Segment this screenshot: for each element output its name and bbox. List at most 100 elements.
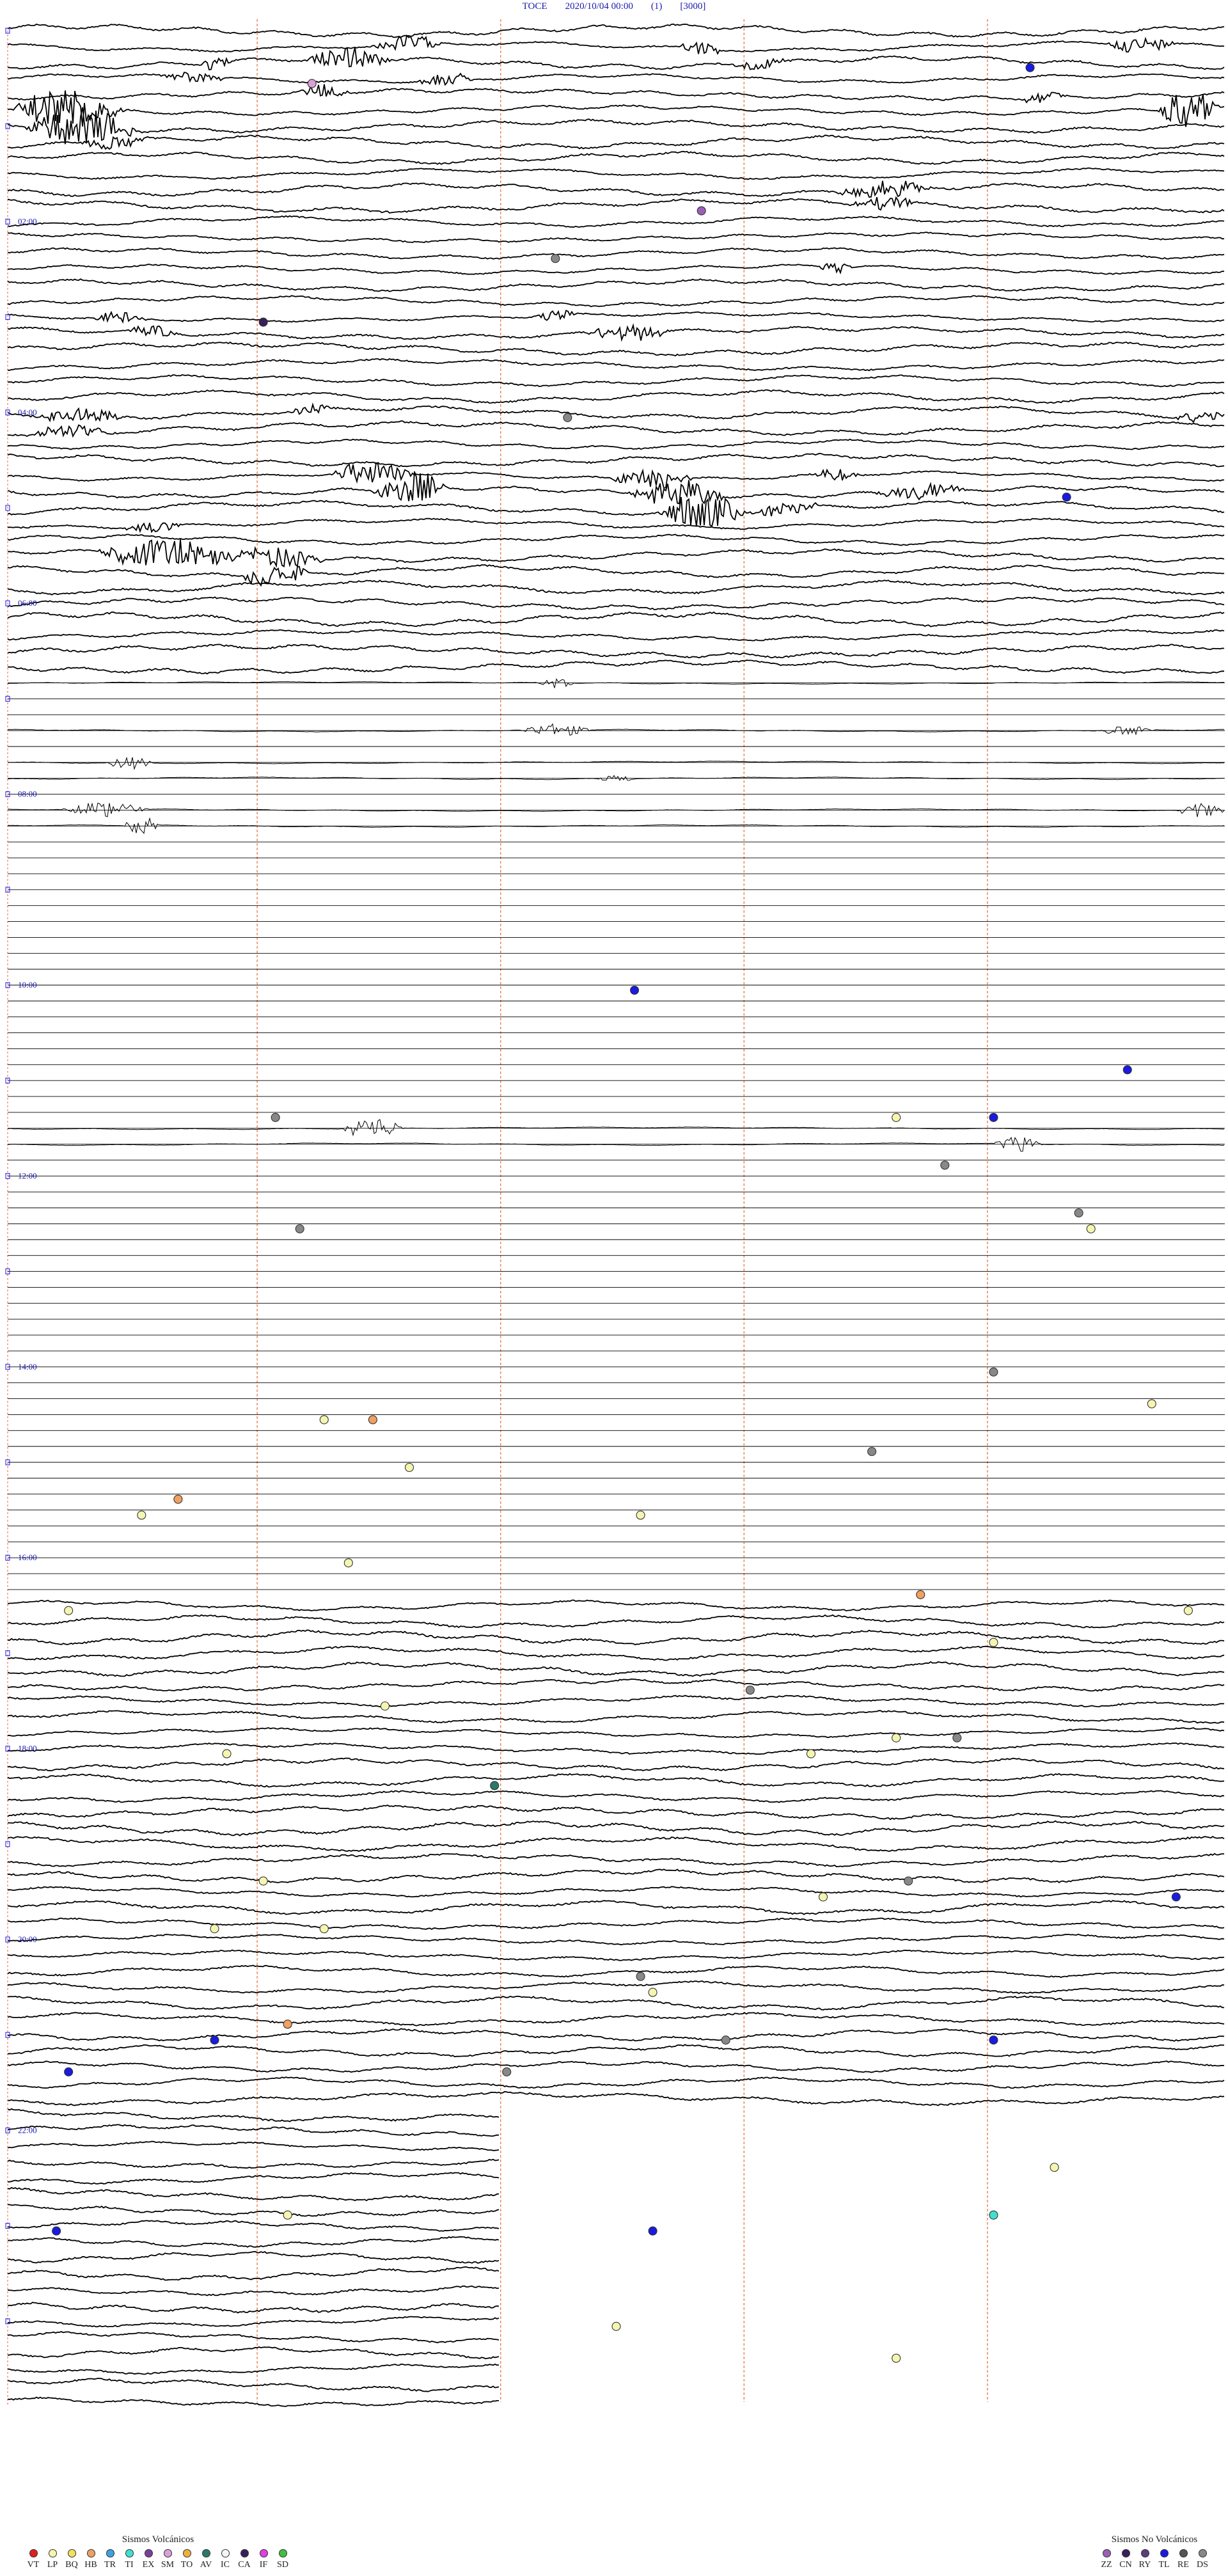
trace-line-141	[7, 2266, 500, 2281]
event-marker-9	[271, 1112, 280, 1122]
trace-line-37	[7, 611, 1225, 628]
trace-line-27	[7, 452, 1225, 468]
trace-line-103	[7, 1661, 1225, 1677]
legend-nonvolcanic-dot-cn	[1121, 2549, 1130, 2557]
legend-volcanic-dot-vt	[29, 2549, 38, 2557]
event-marker-24	[636, 1510, 645, 1520]
trace-line-140	[7, 2250, 500, 2264]
legend-volcanic-code-vt: VT	[27, 2560, 40, 2570]
legend-nonvolcanic-item-ry: RY	[1137, 2549, 1153, 2570]
legend-volcanic-code-bq: BQ	[65, 2560, 78, 2570]
trace-burst-47	[7, 775, 1225, 781]
legend-nonvolcanic-dot-ds	[1198, 2549, 1207, 2557]
trace-line-12	[7, 215, 1225, 228]
hour-label-1400: 14:00	[18, 1362, 37, 1371]
legend-volcanic-item-if: IF	[256, 2549, 271, 2570]
legend-nonvolcanic-item-cn: CN	[1118, 2549, 1133, 2570]
trace-line-144	[7, 2316, 500, 2328]
legend-volcanic-dot-sm	[163, 2549, 172, 2557]
trace-line-114	[7, 1836, 1225, 1852]
trace-line-127	[7, 2044, 1224, 2058]
legend-volcanic-item-ca: CA	[237, 2549, 252, 2570]
event-marker-2	[697, 206, 706, 216]
trace-line-139	[7, 2236, 500, 2248]
trace-burst-46	[7, 757, 1225, 770]
event-marker-6	[1062, 493, 1071, 502]
trace-line-23	[7, 389, 1225, 404]
trace-line-99	[7, 1599, 1225, 1612]
event-marker-45	[283, 2019, 292, 2029]
event-marker-43	[636, 1972, 645, 1981]
trace-line-119	[7, 1917, 1225, 1931]
event-marker-18	[319, 1415, 329, 1425]
event-marker-23	[137, 1510, 146, 1520]
event-marker-4	[258, 317, 268, 327]
legend-volcanic-code-tr: TR	[104, 2560, 116, 2570]
event-marker-29	[989, 1638, 998, 1647]
event-marker-26	[916, 1590, 925, 1599]
trace-line-102	[7, 1645, 1225, 1661]
legend-nonvolcanic-dot-ry	[1140, 2549, 1149, 2557]
trace-line-14	[7, 247, 1225, 260]
trace-line-118	[7, 1900, 1225, 1915]
trace-line-2	[7, 47, 1225, 70]
trace-line-137	[7, 2204, 500, 2217]
event-marker-32	[952, 1733, 962, 1742]
event-marker-49	[502, 2067, 512, 2076]
trace-line-115	[7, 1853, 1224, 1868]
event-marker-54	[52, 2226, 61, 2236]
event-marker-36	[490, 1781, 500, 1790]
legend-volcanic-title: Sismos Volcánicos	[122, 2534, 194, 2545]
trace-line-128	[7, 2060, 1225, 2073]
hour-label-0400: 04:00	[18, 407, 37, 417]
legend-volcanic-code-ti: TI	[125, 2560, 134, 2570]
legend-nonvolcanic-title: Sismos No Volcánicos	[1111, 2534, 1198, 2545]
event-marker-50	[64, 2067, 74, 2076]
event-marker-35	[222, 1749, 232, 1758]
event-marker-42	[210, 1924, 219, 1934]
legend-nonvolcanic: Sismos No Volcánicos ZZ CN RY TL RE DS	[1099, 2534, 1210, 2570]
hour-label-0800: 08:00	[18, 789, 37, 799]
legend-volcanic-code-sd: SD	[277, 2560, 288, 2570]
trace-line-111	[7, 1790, 1225, 1803]
event-marker-19	[368, 1415, 377, 1425]
legend-volcanic-code-if: IF	[259, 2560, 268, 2570]
trace-line-7	[7, 134, 1225, 150]
legend-volcanic-item-sm: SM	[160, 2549, 175, 2570]
trace-line-3	[7, 72, 1225, 86]
trace-line-8	[7, 150, 1225, 165]
trace-line-124	[7, 1995, 1225, 2011]
trace-line-21	[7, 358, 1225, 372]
legend-volcanic-dot-bq	[67, 2549, 76, 2557]
event-marker-5	[563, 413, 572, 422]
event-marker-33	[892, 1733, 901, 1742]
hour-label-0200: 02:00	[18, 216, 37, 226]
trace-burst-44	[7, 723, 1225, 736]
event-marker-30	[745, 1686, 755, 1695]
event-marker-27	[64, 1606, 74, 1615]
legend-nonvolcanic-code-ds: DS	[1197, 2560, 1208, 2570]
trace-line-20	[7, 341, 1225, 357]
trace-line-25	[7, 420, 1225, 438]
trace-line-132	[7, 2124, 499, 2137]
event-marker-53	[989, 2210, 998, 2220]
trace-line-11	[7, 196, 1225, 214]
trace-line-40	[7, 660, 1225, 675]
trace-line-19	[7, 323, 1225, 342]
trace-line-126	[7, 2028, 1225, 2042]
trace-line-38	[7, 629, 1225, 642]
event-marker-34	[806, 1749, 816, 1758]
trace-line-123	[7, 1980, 1225, 1995]
event-marker-37	[258, 1876, 268, 1886]
legend-volcanic-item-lp: LP	[45, 2549, 60, 2570]
event-marker-25	[343, 1558, 353, 1568]
event-marker-55	[648, 2226, 657, 2236]
hour-label-0600: 06:00	[18, 598, 37, 608]
event-marker-52	[283, 2210, 292, 2220]
trace-line-18	[7, 310, 1225, 324]
event-marker-3	[551, 254, 560, 264]
legend-volcanic-code-lp: LP	[47, 2560, 58, 2570]
event-marker-21	[404, 1462, 414, 1473]
event-marker-28	[1183, 1606, 1193, 1615]
trace-line-125	[7, 2012, 1225, 2027]
